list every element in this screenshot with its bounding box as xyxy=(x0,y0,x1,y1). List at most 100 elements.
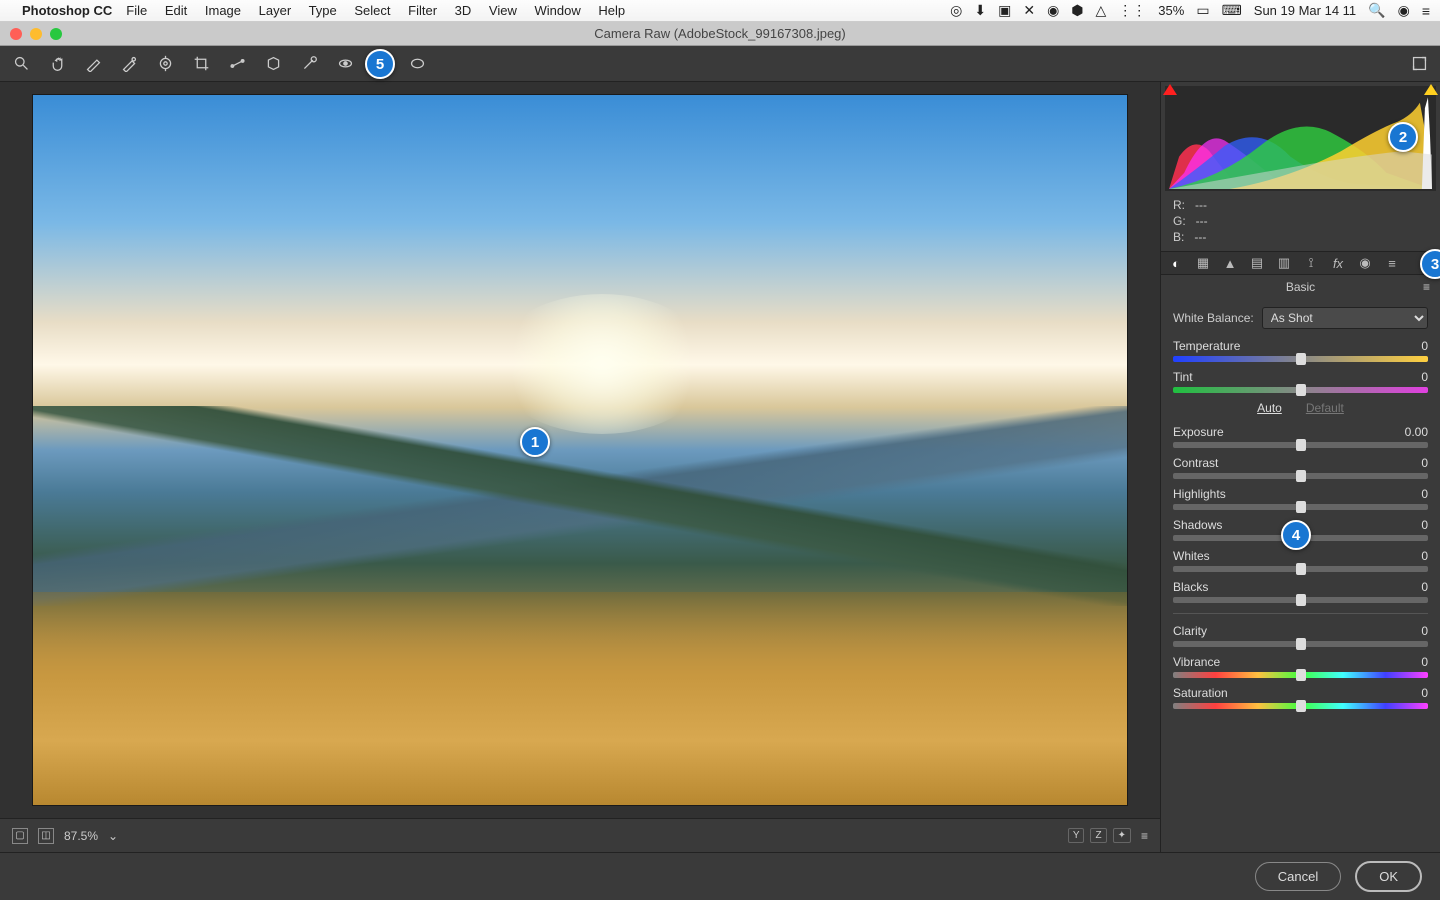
tab-lens[interactable]: ⟟ xyxy=(1302,254,1320,272)
macos-menubar: Photoshop CC File Edit Image Layer Type … xyxy=(0,0,1440,22)
mark-icon[interactable]: ✦ xyxy=(1113,828,1131,843)
battery-icon[interactable]: ▭ xyxy=(1196,2,1209,19)
battery-pct[interactable]: 35% xyxy=(1158,3,1184,18)
slider-clarity[interactable]: Clarity0 xyxy=(1173,624,1428,647)
ok-button[interactable]: OK xyxy=(1355,861,1422,892)
spotlight-icon[interactable]: 🔍 xyxy=(1368,2,1385,19)
menu-type[interactable]: Type xyxy=(309,3,337,18)
fullscreen-toggle-icon[interactable] xyxy=(1410,55,1428,73)
zoom-level[interactable]: 87.5% xyxy=(64,829,98,843)
tab-detail[interactable]: ▲ xyxy=(1221,254,1239,272)
menu-select[interactable]: Select xyxy=(354,3,390,18)
white-balance-tool[interactable] xyxy=(84,55,102,73)
slider-tint[interactable]: Tint0 xyxy=(1173,370,1428,393)
thumb-blacks[interactable] xyxy=(1296,594,1306,606)
target-adjustment-tool[interactable] xyxy=(156,55,174,73)
menu-help[interactable]: Help xyxy=(598,3,625,18)
wifi-icon[interactable]: ⋮⋮ xyxy=(1118,2,1146,19)
slider-highlights[interactable]: Highlights0 xyxy=(1173,487,1428,510)
cancel-button[interactable]: Cancel xyxy=(1255,862,1341,891)
slider-contrast[interactable]: Contrast0 xyxy=(1173,456,1428,479)
tool-strip: 5 xyxy=(0,46,1440,82)
auto-button[interactable]: Auto xyxy=(1257,401,1282,415)
panel-tabs: ◐ ▦ ▲ ▤ ▥ ⟟ fx ◉ ≡ 3 xyxy=(1161,251,1440,275)
straighten-tool[interactable] xyxy=(228,55,246,73)
slider-blacks[interactable]: Blacks0 xyxy=(1173,580,1428,603)
slider-temperature[interactable]: Temperature0 xyxy=(1173,339,1428,362)
keyboard-icon[interactable]: ⌨ xyxy=(1222,2,1242,19)
slider-vibrance[interactable]: Vibrance0 xyxy=(1173,655,1428,678)
tab-split-toning[interactable]: ▥ xyxy=(1275,254,1293,272)
menu-view[interactable]: View xyxy=(489,3,517,18)
prefs-icon[interactable]: ≡ xyxy=(1141,829,1148,843)
thumb-contrast[interactable] xyxy=(1296,470,1306,482)
canvas-footer: ▢ ◫ 87.5% ⌄ Y Z ✦ ≡ xyxy=(0,818,1160,852)
b-label: B: xyxy=(1173,229,1184,245)
menu-edit[interactable]: Edit xyxy=(165,3,187,18)
app2-icon[interactable]: ✕ xyxy=(1023,2,1035,19)
canvas-area[interactable]: 1 xyxy=(0,82,1160,818)
menu-layer[interactable]: Layer xyxy=(259,3,292,18)
thumb-saturation[interactable] xyxy=(1296,700,1306,712)
panel-title: Basic xyxy=(1286,280,1315,294)
tab-tone-curve[interactable]: ▦ xyxy=(1194,254,1212,272)
clock[interactable]: Sun 19 Mar 14 11 xyxy=(1254,3,1356,18)
slider-shadows[interactable]: Shadows0 4 xyxy=(1173,518,1428,541)
thumb-exposure[interactable] xyxy=(1296,439,1306,451)
clip-shadow-icon[interactable]: Y xyxy=(1068,828,1085,843)
wb-label: White Balance: xyxy=(1173,311,1254,325)
menu-filter[interactable]: Filter xyxy=(408,3,437,18)
app3-icon[interactable]: ⬢ xyxy=(1071,2,1083,19)
red-eye-tool[interactable] xyxy=(336,55,354,73)
before-after-icon[interactable]: ◫ xyxy=(38,828,54,844)
slider-exposure[interactable]: Exposure0.00 xyxy=(1173,425,1428,448)
app1-icon[interactable]: ▣ xyxy=(998,2,1011,19)
panel-menu-icon[interactable]: ≡ xyxy=(1423,280,1430,294)
histogram[interactable]: 2 xyxy=(1165,86,1436,191)
menu-window[interactable]: Window xyxy=(534,3,580,18)
notifications-icon[interactable]: ≡ xyxy=(1422,3,1430,19)
zoom-dropdown-icon[interactable]: ⌄ xyxy=(108,829,118,843)
tab-calibration[interactable]: ◉ xyxy=(1356,254,1374,272)
zoom-tool[interactable] xyxy=(12,55,30,73)
spot-removal-tool[interactable] xyxy=(300,55,318,73)
default-button[interactable]: Default xyxy=(1306,401,1344,415)
menu-items: File Edit Image Layer Type Select Filter… xyxy=(126,3,639,18)
crop-tool[interactable] xyxy=(192,55,210,73)
dialog-footer: Cancel OK xyxy=(0,852,1440,900)
drive-icon[interactable]: △ xyxy=(1096,2,1107,19)
image-preview[interactable] xyxy=(32,94,1128,806)
tab-effects[interactable]: fx xyxy=(1329,254,1347,272)
thumb-highlights[interactable] xyxy=(1296,501,1306,513)
maximize-window-button[interactable] xyxy=(50,28,62,40)
cc-icon[interactable]: ◎ xyxy=(950,2,962,19)
r-value: --- xyxy=(1195,197,1207,213)
radial-filter-tool[interactable] xyxy=(408,55,426,73)
app-name[interactable]: Photoshop CC xyxy=(22,3,112,18)
transform-tool[interactable] xyxy=(264,55,282,73)
menu-file[interactable]: File xyxy=(126,3,147,18)
hand-tool[interactable] xyxy=(48,55,66,73)
thumb-vibrance[interactable] xyxy=(1296,669,1306,681)
menu-3d[interactable]: 3D xyxy=(455,3,472,18)
tab-presets[interactable]: ≡ xyxy=(1383,254,1401,272)
thumb-temperature[interactable] xyxy=(1296,353,1306,365)
menu-image[interactable]: Image xyxy=(205,3,241,18)
clip-high-icon[interactable]: Z xyxy=(1090,828,1106,843)
slider-saturation[interactable]: Saturation0 xyxy=(1173,686,1428,709)
slider-whites[interactable]: Whites0 xyxy=(1173,549,1428,572)
close-window-button[interactable] xyxy=(10,28,22,40)
thumb-clarity[interactable] xyxy=(1296,638,1306,650)
minimize-window-button[interactable] xyxy=(30,28,42,40)
siri-icon[interactable]: ◉ xyxy=(1398,2,1410,19)
basic-panel: White Balance: As Shot Temperature0 Tint… xyxy=(1161,299,1440,852)
dropbox-icon[interactable]: ⬇ xyxy=(974,2,986,19)
wb-select[interactable]: As Shot xyxy=(1262,307,1428,329)
camera-icon[interactable]: ◉ xyxy=(1047,2,1059,19)
tab-hsl[interactable]: ▤ xyxy=(1248,254,1266,272)
thumb-whites[interactable] xyxy=(1296,563,1306,575)
single-view-icon[interactable]: ▢ xyxy=(12,828,28,844)
color-sampler-tool[interactable] xyxy=(120,55,138,73)
thumb-tint[interactable] xyxy=(1296,384,1306,396)
tab-basic[interactable]: ◐ xyxy=(1167,254,1185,272)
